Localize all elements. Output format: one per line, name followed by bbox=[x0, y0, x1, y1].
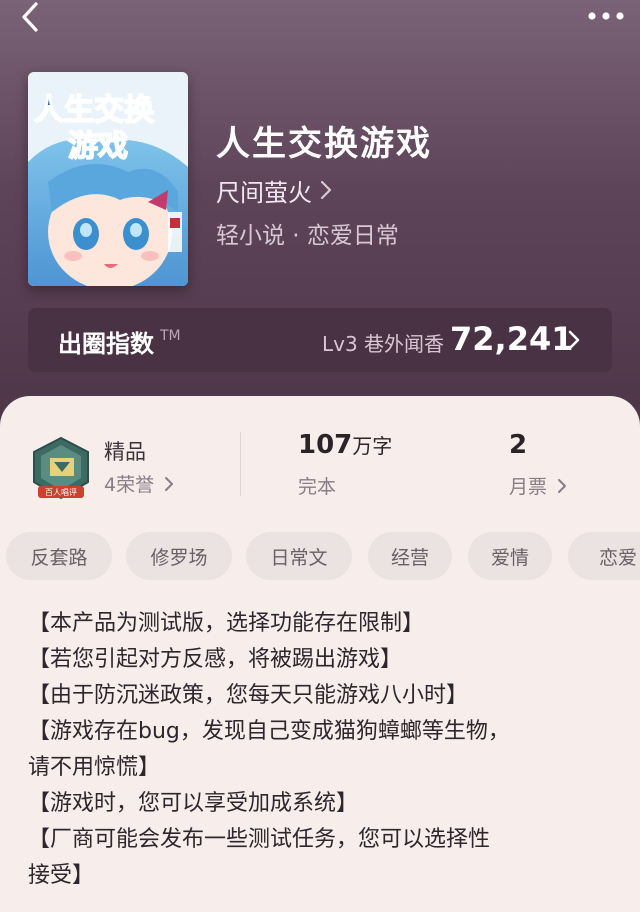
back-button[interactable] bbox=[14, 0, 48, 34]
quality-title: 精品 bbox=[104, 440, 146, 464]
more-dots-icon bbox=[588, 12, 624, 20]
trademark-mark: TM bbox=[160, 328, 181, 344]
top-bar bbox=[0, 0, 640, 40]
monthly-votes-count: 2 bbox=[509, 430, 528, 460]
honors-count: 4荣誉 bbox=[104, 474, 155, 496]
word-count: 107万字 bbox=[298, 430, 392, 460]
svg-text:游戏: 游戏 bbox=[68, 129, 128, 164]
tag-chip[interactable]: 经营 bbox=[368, 532, 452, 580]
index-label: 出圈指数 bbox=[58, 330, 154, 358]
honors-link[interactable]: 4荣誉 bbox=[104, 470, 174, 497]
tag-chip[interactable]: 修罗场 bbox=[126, 532, 232, 580]
word-count-number: 107 bbox=[298, 430, 353, 460]
index-level: Lv3 巷外闻香 bbox=[322, 332, 445, 356]
book-title: 人生交换游戏 bbox=[216, 124, 432, 164]
chevron-right-icon bbox=[165, 476, 174, 491]
cover-illustration: 人生交换 游戏 bbox=[28, 72, 188, 286]
word-count-unit: 万字 bbox=[352, 434, 393, 458]
monthly-votes-label: 月票 bbox=[509, 476, 548, 498]
description-line: 【游戏存在bug，发现自己变成猫狗蟑螂等生物， bbox=[28, 719, 510, 744]
chevron-right-icon bbox=[568, 330, 580, 350]
author-name: 尺间萤火 bbox=[216, 178, 312, 207]
svg-text:人生交换: 人生交换 bbox=[34, 93, 155, 128]
more-button[interactable] bbox=[584, 4, 628, 28]
chevron-right-icon bbox=[558, 478, 567, 493]
index-value: 72,241 bbox=[450, 320, 574, 358]
popularity-index-bar[interactable]: 出圈指数 TM Lv3 巷外闻香 72,241 bbox=[28, 308, 612, 372]
book-genre: 轻小说 · 恋爱日常 bbox=[216, 223, 399, 249]
chevron-right-icon bbox=[320, 180, 332, 200]
tag-chip[interactable]: 恋爱 bbox=[568, 532, 640, 580]
description-line: 接受】 bbox=[28, 863, 95, 888]
description-line: 【由于防沉迷政策，您每天只能游戏八小时】 bbox=[28, 683, 469, 708]
detail-panel: 百人唱评 精品 4荣誉 107万字 完本 2 月票 反套路 修罗场 日常文 经营… bbox=[0, 396, 640, 912]
book-cover[interactable]: 人生交换 游戏 bbox=[28, 72, 188, 286]
chevron-left-icon bbox=[22, 2, 38, 32]
description-line: 【本产品为测试版，选择功能存在限制】 bbox=[28, 611, 425, 636]
description-line: 【若您引起对方反感，将被踢出游戏】 bbox=[28, 647, 403, 672]
monthly-votes-link[interactable]: 月票 bbox=[509, 472, 567, 499]
author-link[interactable]: 尺间萤火 bbox=[216, 172, 332, 208]
tag-chip[interactable]: 日常文 bbox=[246, 532, 352, 580]
tag-list: 反套路 修罗场 日常文 经营 爱情 恋爱 bbox=[6, 532, 640, 582]
stats-divider bbox=[240, 432, 241, 496]
honor-badge-icon[interactable]: 百人唱评 bbox=[30, 436, 92, 502]
description-line: 请不用惊慌】 bbox=[28, 755, 161, 780]
svg-text:百人唱评: 百人唱评 bbox=[45, 488, 77, 497]
tag-chip[interactable]: 爱情 bbox=[468, 532, 552, 580]
description-line: 【厂商可能会发布一些测试任务，您可以选择性 bbox=[28, 827, 491, 852]
tag-chip[interactable]: 反套路 bbox=[6, 532, 112, 580]
description-line: 【游戏时，您可以享受加成系统】 bbox=[28, 791, 359, 816]
book-description: 【本产品为测试版，选择功能存在限制】 【若您引起对方反感，将被踢出游戏】 【由于… bbox=[28, 606, 628, 894]
completion-status: 完本 bbox=[298, 476, 337, 498]
